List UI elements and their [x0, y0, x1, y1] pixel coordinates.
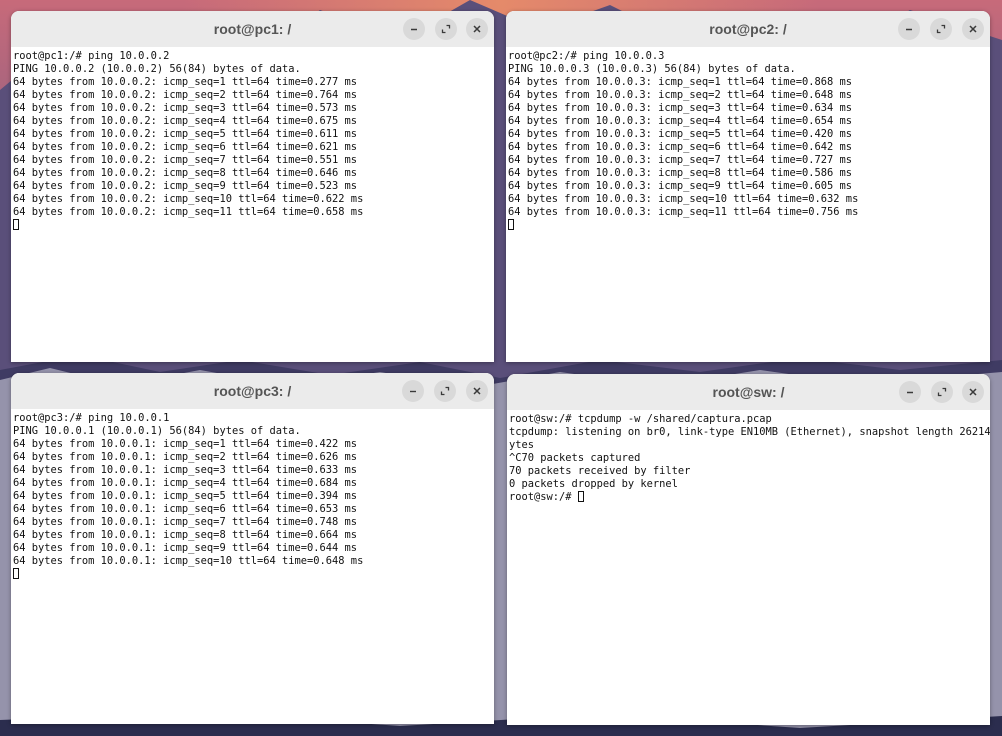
close-icon — [969, 388, 977, 396]
close-button[interactable] — [466, 380, 488, 402]
terminal-line: 64 bytes from 10.0.0.1: icmp_seq=9 ttl=6… — [13, 542, 358, 554]
terminal-line: 64 bytes from 10.0.0.1: icmp_seq=6 ttl=6… — [13, 503, 358, 515]
minimize-icon — [907, 391, 913, 394]
terminal-line: 64 bytes from 10.0.0.3: icmp_seq=6 ttl=6… — [508, 141, 853, 153]
terminal-line: root@pc3:/# ping 10.0.0.1 — [13, 412, 170, 424]
terminal-line: 64 bytes from 10.0.0.1: icmp_seq=10 ttl=… — [13, 555, 364, 567]
terminal-prompt-line — [13, 219, 494, 232]
terminal-line: ^C70 packets captured — [509, 452, 641, 464]
terminal-line: 64 bytes from 10.0.0.1: icmp_seq=8 ttl=6… — [13, 529, 358, 541]
terminal-window-sw[interactable]: root@sw: / root@sw:/# tcpdump -w /shared… — [507, 374, 990, 725]
terminal-window-pc3[interactable]: root@pc3: / root@pc3:/# ping 10.0.0.1 PI… — [11, 373, 494, 724]
terminal-line: 64 bytes from 10.0.0.2: icmp_seq=1 ttl=6… — [13, 76, 358, 88]
terminal-output[interactable]: root@pc1:/# ping 10.0.0.2 PING 10.0.0.2 … — [11, 47, 494, 362]
window-titlebar[interactable]: root@pc1: / — [11, 11, 494, 48]
terminal-line: 64 bytes from 10.0.0.2: icmp_seq=10 ttl=… — [13, 193, 364, 205]
terminal-line: 64 bytes from 10.0.0.1: icmp_seq=2 ttl=6… — [13, 451, 358, 463]
terminal-line: 64 bytes from 10.0.0.3: icmp_seq=11 ttl=… — [508, 206, 859, 218]
window-titlebar[interactable]: root@sw: / — [507, 374, 990, 411]
terminal-line: 64 bytes from 10.0.0.3: icmp_seq=4 ttl=6… — [508, 115, 853, 127]
terminal-line: PING 10.0.0.1 (10.0.0.1) 56(84) bytes of… — [13, 425, 301, 437]
terminal-line: 70 packets received by filter — [509, 465, 691, 477]
terminal-line: root@pc1:/# ping 10.0.0.2 — [13, 50, 170, 62]
maximize-icon — [936, 24, 946, 34]
terminal-prompt-line — [508, 219, 990, 232]
terminal-line: 64 bytes from 10.0.0.3: icmp_seq=5 ttl=6… — [508, 128, 853, 140]
text-cursor — [577, 491, 584, 502]
terminal-line: PING 10.0.0.3 (10.0.0.3) 56(84) bytes of… — [508, 63, 796, 75]
terminal-output[interactable]: root@pc3:/# ping 10.0.0.1 PING 10.0.0.1 … — [11, 409, 494, 724]
terminal-line: ytes — [509, 439, 535, 451]
minimize-icon — [411, 28, 417, 31]
minimize-icon — [906, 28, 912, 31]
maximize-button[interactable] — [931, 381, 953, 403]
terminal-line: 0 packets dropped by kernel — [509, 478, 678, 490]
terminal-line: 64 bytes from 10.0.0.2: icmp_seq=3 ttl=6… — [13, 102, 358, 114]
terminal-line: tcpdump: listening on br0, link-type EN1… — [509, 426, 990, 438]
terminal-prompt-line: root@sw:/# — [509, 491, 990, 504]
terminal-line: 64 bytes from 10.0.0.1: icmp_seq=4 ttl=6… — [13, 477, 358, 489]
close-icon — [969, 25, 977, 33]
maximize-button[interactable] — [435, 18, 457, 40]
terminal-line: 64 bytes from 10.0.0.1: icmp_seq=5 ttl=6… — [13, 490, 358, 502]
close-button[interactable] — [962, 18, 984, 40]
text-cursor — [13, 568, 19, 579]
terminal-line: 64 bytes from 10.0.0.2: icmp_seq=5 ttl=6… — [13, 128, 358, 140]
terminal-line: 64 bytes from 10.0.0.3: icmp_seq=7 ttl=6… — [508, 154, 853, 166]
close-icon — [473, 387, 481, 395]
maximize-icon — [440, 386, 450, 396]
terminal-line: 64 bytes from 10.0.0.1: icmp_seq=1 ttl=6… — [13, 438, 358, 450]
terminal-line: 64 bytes from 10.0.0.2: icmp_seq=2 ttl=6… — [13, 89, 358, 101]
text-cursor — [508, 219, 514, 230]
close-icon — [473, 25, 481, 33]
terminal-line: 64 bytes from 10.0.0.3: icmp_seq=8 ttl=6… — [508, 167, 853, 179]
window-titlebar[interactable]: root@pc3: / — [11, 373, 494, 410]
terminal-line: 64 bytes from 10.0.0.3: icmp_seq=9 ttl=6… — [508, 180, 853, 192]
minimize-button[interactable] — [898, 18, 920, 40]
minimize-icon — [410, 390, 416, 393]
maximize-button[interactable] — [434, 380, 456, 402]
terminal-line: 64 bytes from 10.0.0.3: icmp_seq=1 ttl=6… — [508, 76, 853, 88]
minimize-button[interactable] — [899, 381, 921, 403]
terminal-line: 64 bytes from 10.0.0.2: icmp_seq=7 ttl=6… — [13, 154, 358, 166]
minimize-button[interactable] — [402, 380, 424, 402]
terminal-line: 64 bytes from 10.0.0.3: icmp_seq=3 ttl=6… — [508, 102, 853, 114]
terminal-line: 64 bytes from 10.0.0.3: icmp_seq=2 ttl=6… — [508, 89, 853, 101]
maximize-icon — [937, 387, 947, 397]
minimize-button[interactable] — [403, 18, 425, 40]
terminal-output[interactable]: root@pc2:/# ping 10.0.0.3 PING 10.0.0.3 … — [506, 47, 990, 362]
maximize-icon — [441, 24, 451, 34]
terminal-line: 64 bytes from 10.0.0.2: icmp_seq=8 ttl=6… — [13, 167, 358, 179]
terminal-output[interactable]: root@sw:/# tcpdump -w /shared/captura.pc… — [507, 410, 990, 725]
close-button[interactable] — [962, 381, 984, 403]
terminal-line: root@pc2:/# ping 10.0.0.3 — [508, 50, 665, 62]
terminal-line: 64 bytes from 10.0.0.1: icmp_seq=3 ttl=6… — [13, 464, 358, 476]
terminal-line: 64 bytes from 10.0.0.3: icmp_seq=10 ttl=… — [508, 193, 859, 205]
maximize-button[interactable] — [930, 18, 952, 40]
terminal-window-pc1[interactable]: root@pc1: / root@pc1:/# ping 10.0.0.2 PI… — [11, 11, 494, 362]
terminal-window-pc2[interactable]: root@pc2: / root@pc2:/# ping 10.0.0.3 PI… — [506, 11, 990, 362]
text-cursor — [13, 219, 19, 230]
terminal-line: 64 bytes from 10.0.0.2: icmp_seq=11 ttl=… — [13, 206, 364, 218]
terminal-line: PING 10.0.0.2 (10.0.0.2) 56(84) bytes of… — [13, 63, 301, 75]
terminal-line: root@sw:/# tcpdump -w /shared/captura.pc… — [509, 413, 772, 425]
terminal-line: 64 bytes from 10.0.0.2: icmp_seq=4 ttl=6… — [13, 115, 358, 127]
window-titlebar[interactable]: root@pc2: / — [506, 11, 990, 48]
terminal-line: 64 bytes from 10.0.0.2: icmp_seq=6 ttl=6… — [13, 141, 358, 153]
terminal-line: 64 bytes from 10.0.0.2: icmp_seq=9 ttl=6… — [13, 180, 358, 192]
terminal-line: 64 bytes from 10.0.0.1: icmp_seq=7 ttl=6… — [13, 516, 358, 528]
terminal-prompt-line — [13, 568, 494, 581]
close-button[interactable] — [466, 18, 488, 40]
